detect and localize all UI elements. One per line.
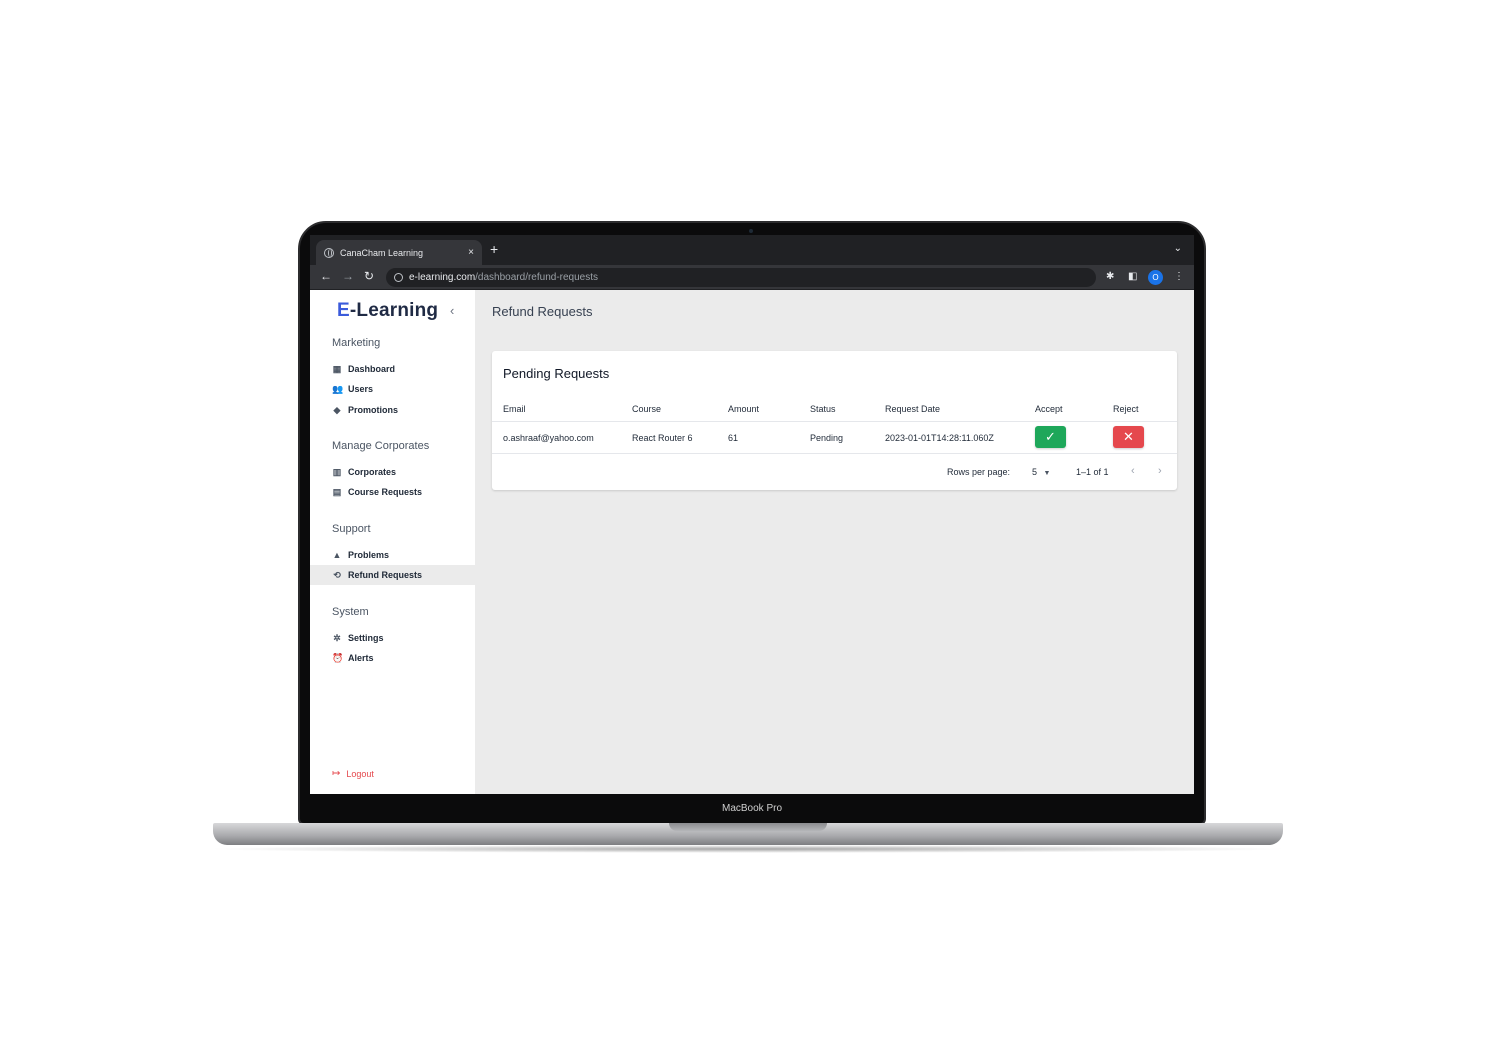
- device-label: MacBook Pro: [721, 803, 783, 814]
- tag-icon: ◆: [333, 404, 341, 415]
- logout-icon: ↦: [332, 768, 341, 779]
- warning-icon: ▲: [332, 550, 342, 560]
- forward-icon[interactable]: →: [342, 269, 354, 283]
- screen: CanaCham Learning × + ⌄ ← → ↻ e-learning…: [310, 235, 1194, 794]
- sidebar-item-corporates[interactable]: ▥ Corporates: [310, 462, 475, 482]
- reject-button[interactable]: ✕: [1113, 426, 1144, 448]
- building-icon: ▥: [332, 466, 342, 477]
- row-divider: [492, 453, 1177, 454]
- check-icon: ✓: [1045, 429, 1056, 444]
- sidebar-item-course-requests[interactable]: ▤ Course Requests: [310, 482, 475, 502]
- pagination-range: 1–1 of 1: [1076, 467, 1109, 477]
- cell-course: React Router 6: [632, 433, 693, 443]
- rows-per-page-label: Rows per page:: [947, 467, 1011, 477]
- sidebar-item-alerts[interactable]: ⏰ Alerts: [310, 648, 475, 668]
- cell-status: Pending: [810, 433, 844, 443]
- tab-close-icon[interactable]: ×: [468, 247, 474, 258]
- cell-amount: 61: [728, 433, 739, 443]
- globe-icon: [324, 247, 334, 258]
- app: E-Learning ‹ Marketing ▦ Dashboard 👥 Users…: [310, 290, 1194, 794]
- extensions-icon[interactable]: ✱: [1106, 271, 1114, 282]
- address-bar[interactable]: e-learning.com/dashboard/refund-requests: [386, 268, 1096, 287]
- logo[interactable]: E-Learning: [337, 300, 438, 322]
- section-title-support: Support: [332, 523, 371, 535]
- logout-button[interactable]: ↦ Logout: [332, 768, 374, 779]
- users-icon: 👥: [332, 383, 344, 394]
- sidebar-item-users[interactable]: 👥 Users: [310, 379, 475, 399]
- main-content: Refund Requests Pending Requests Email C…: [475, 290, 1194, 794]
- collapse-sidebar-icon[interactable]: ‹: [450, 303, 454, 318]
- sidebar-item-refund-requests[interactable]: ⟲ Refund Requests: [310, 565, 475, 585]
- camera: [749, 229, 753, 233]
- cell-request-date: 2023-01-01T14:28:11.060Z: [885, 433, 994, 443]
- tab-search-icon[interactable]: ⌄: [1174, 243, 1182, 254]
- reload-icon[interactable]: ↻: [364, 269, 374, 283]
- laptop-notch: [669, 823, 827, 831]
- close-icon: ✕: [1123, 429, 1134, 444]
- tab-title: CanaCham Learning: [340, 247, 424, 258]
- column-header-reject: Reject: [1113, 404, 1139, 414]
- sidebar: E-Learning ‹ Marketing ▦ Dashboard 👥 Users…: [310, 290, 475, 794]
- side-panel-icon[interactable]: ◧: [1128, 271, 1137, 282]
- dashboard-icon: ▦: [332, 363, 342, 374]
- browser-tab-bar: CanaCham Learning × + ⌄: [310, 235, 1194, 265]
- column-header-status: Status: [810, 404, 836, 414]
- column-header-request-date: Request Date: [885, 404, 941, 414]
- gear-icon: ✲: [333, 632, 341, 643]
- rows-per-page-select[interactable]: 5 ▼: [1032, 467, 1050, 477]
- next-page-icon[interactable]: ›: [1158, 465, 1162, 477]
- back-icon[interactable]: ←: [320, 269, 332, 283]
- section-title-manage-corporates: Manage Corporates: [332, 440, 430, 452]
- sidebar-item-dashboard[interactable]: ▦ Dashboard: [310, 359, 475, 379]
- column-header-accept: Accept: [1035, 404, 1063, 414]
- caret-down-icon: ▼: [1043, 470, 1051, 477]
- new-tab-button[interactable]: +: [490, 241, 498, 257]
- url-host: e-learning.com: [409, 272, 476, 283]
- pending-requests-card: Pending Requests Email Course Amount Sta…: [492, 351, 1177, 490]
- section-title-marketing: Marketing: [332, 337, 381, 349]
- profile-avatar[interactable]: O: [1148, 270, 1163, 285]
- card-title: Pending Requests: [503, 366, 610, 381]
- column-header-amount: Amount: [728, 404, 760, 414]
- url-path: /dashboard/refund-requests: [475, 272, 599, 283]
- laptop-shadow: [205, 845, 1291, 853]
- section-title-system: System: [332, 606, 369, 618]
- sidebar-item-promotions[interactable]: ◆ Promotions: [310, 400, 475, 420]
- accept-button[interactable]: ✓: [1035, 426, 1066, 448]
- cell-email: o.ashraaf@yahoo.com: [503, 433, 594, 443]
- page-title: Refund Requests: [492, 304, 593, 319]
- prev-page-icon[interactable]: ‹: [1131, 465, 1135, 477]
- site-info-icon[interactable]: [394, 273, 403, 282]
- column-header-email: Email: [503, 404, 526, 414]
- sidebar-item-settings[interactable]: ✲ Settings: [310, 628, 475, 648]
- alarm-icon: ⏰: [332, 652, 344, 663]
- sidebar-item-problems[interactable]: ▲ Problems: [310, 545, 475, 565]
- column-header-course: Course: [632, 404, 662, 414]
- header-divider: [492, 421, 1177, 422]
- browser-tab[interactable]: CanaCham Learning ×: [316, 240, 482, 265]
- document-icon: ▤: [332, 486, 342, 497]
- browser-toolbar: ← → ↻ e-learning.com/dashboard/refund-re…: [310, 265, 1194, 290]
- browser-menu-icon[interactable]: ⋮: [1174, 271, 1184, 282]
- refresh-icon: ⟲: [333, 569, 341, 580]
